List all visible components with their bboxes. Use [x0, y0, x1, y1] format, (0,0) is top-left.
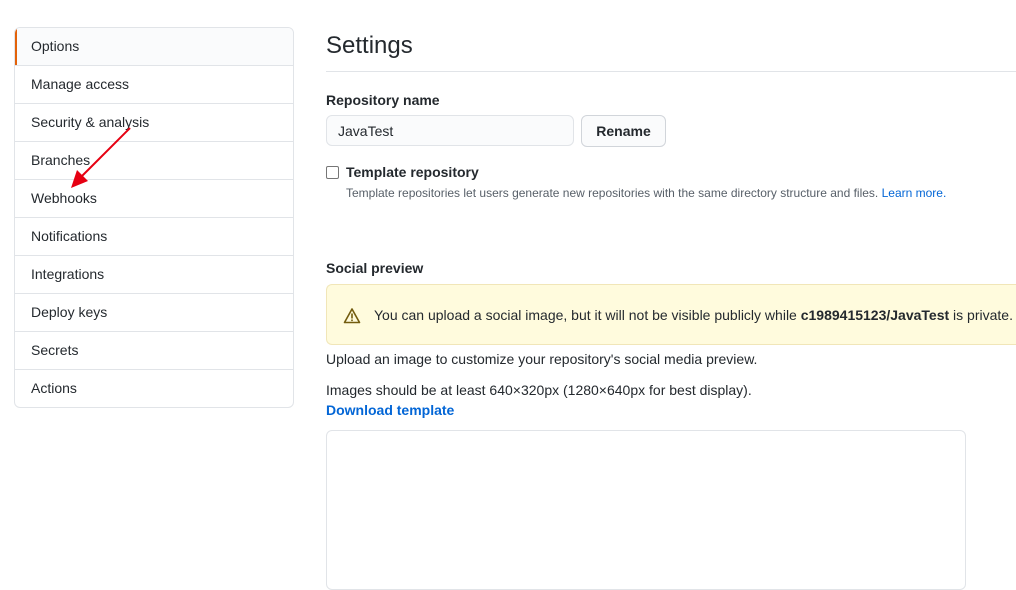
- sidebar-item-notifications[interactable]: Notifications: [15, 217, 293, 255]
- private-warning-banner: You can upload a social image, but it wi…: [326, 284, 1016, 345]
- social-preview-image-area[interactable]: [326, 430, 966, 590]
- sidebar-item-manage-access[interactable]: Manage access: [15, 65, 293, 103]
- sidebar-item-actions[interactable]: Actions: [15, 369, 293, 407]
- warning-suffix: is private.: [949, 307, 1013, 323]
- upload-instructions: Upload an image to customize your reposi…: [326, 351, 758, 367]
- warning-text: You can upload a social image, but it wi…: [374, 307, 1013, 323]
- warning-repo: c1989415123/JavaTest: [800, 307, 950, 323]
- template-description: Template repositories let users generate…: [346, 186, 879, 200]
- learn-more-link[interactable]: Learn more.: [882, 186, 947, 200]
- sidebar-item-branches[interactable]: Branches: [15, 141, 293, 179]
- alert-icon: [343, 308, 361, 324]
- download-template-link[interactable]: Download template: [326, 402, 454, 418]
- title-divider: [326, 71, 1016, 72]
- settings-sidebar: Options Manage access Security & analysi…: [14, 27, 294, 408]
- rename-button[interactable]: Rename: [581, 115, 666, 147]
- page-title: Settings: [326, 32, 413, 59]
- warning-prefix: You can upload a social image, but it wi…: [374, 307, 801, 323]
- sidebar-item-webhooks[interactable]: Webhooks: [15, 179, 293, 217]
- sidebar-item-options[interactable]: Options: [15, 28, 293, 65]
- sidebar-item-security-analysis[interactable]: Security & analysis: [15, 103, 293, 141]
- template-repository-checkbox[interactable]: [326, 166, 339, 179]
- repository-name-label: Repository name: [326, 92, 440, 108]
- sidebar-item-integrations[interactable]: Integrations: [15, 255, 293, 293]
- size-instructions: Images should be at least 640×320px (128…: [326, 382, 752, 398]
- template-repository-note: Template repositories let users generate…: [346, 186, 946, 200]
- sidebar-item-deploy-keys[interactable]: Deploy keys: [15, 293, 293, 331]
- sidebar-item-secrets[interactable]: Secrets: [15, 331, 293, 369]
- annotation-arrow: [71, 127, 131, 188]
- repository-name-input[interactable]: [326, 115, 574, 146]
- template-repository-label: Template repository: [346, 164, 479, 180]
- social-preview-heading: Social preview: [326, 260, 424, 276]
